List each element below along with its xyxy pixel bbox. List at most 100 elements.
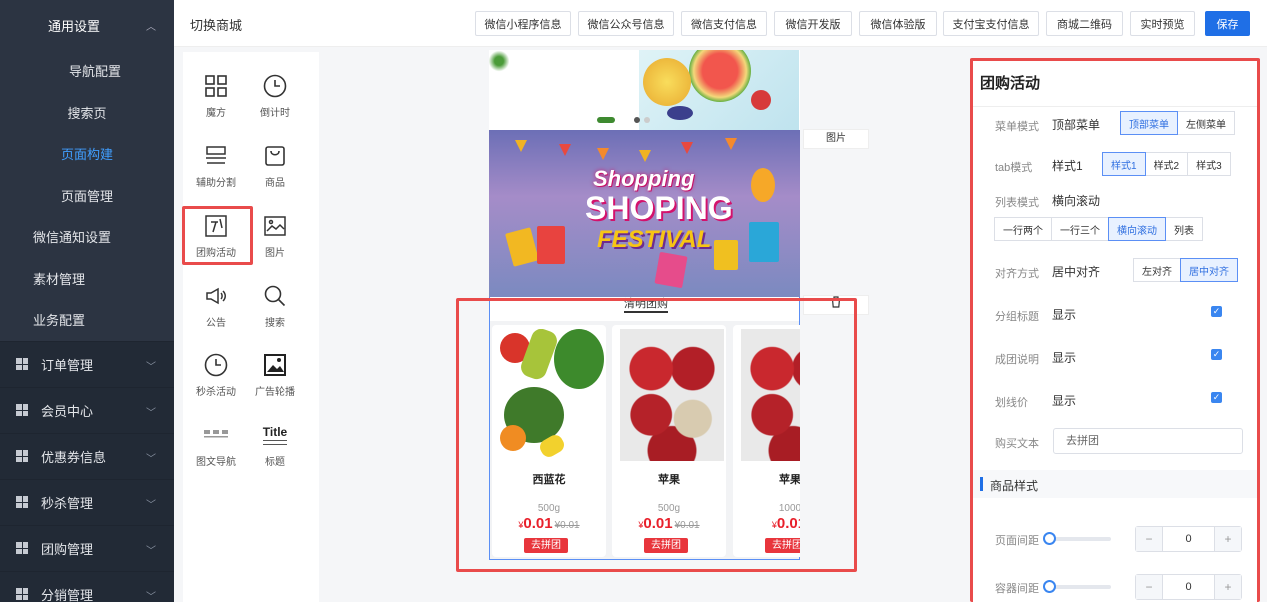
sidebar-item-page-manage[interactable]: 页面管理 <box>0 175 174 217</box>
component-label: 辅助分割 <box>196 178 236 189</box>
sidebar: 通用设置 ︿ 导航配置 搜索页 页面构建 页面管理 微信通知设置 素材管理 业务… <box>0 0 174 602</box>
top-bar: 切换商城 微信小程序信息 微信公众号信息 微信支付信息 微信开发版 微信体验版 … <box>174 0 1267 47</box>
chevron-down-icon: ﹀ <box>146 591 156 602</box>
clock-icon <box>186 351 246 379</box>
sidebar-group-label: 订单管理 <box>41 357 94 373</box>
sidebar-item-label: 业务配置 <box>33 313 86 329</box>
wechat-dev-version-button[interactable]: 微信开发版 <box>774 11 852 36</box>
component-label: 图文导航 <box>196 457 236 468</box>
component-countdown[interactable]: 倒计时 <box>245 72 305 119</box>
sidebar-group-label: 优惠券信息 <box>41 449 107 465</box>
grid-icon <box>16 496 28 508</box>
sidebar-group-label: 通用设置 <box>48 18 101 34</box>
component-label: 魔方 <box>206 108 226 119</box>
banner-text-shoping: SHOPING <box>585 190 733 226</box>
banner-carousel[interactable] <box>489 50 800 130</box>
live-preview-button[interactable]: 实时预览 <box>1130 11 1195 36</box>
sidebar-item-page-build[interactable]: 页面构建 <box>0 133 174 175</box>
sidebar-group-general-settings[interactable]: 通用设置 ︿ <box>0 0 174 50</box>
sidebar-group-members[interactable]: 会员中心 ﹀ <box>0 386 174 433</box>
component-divider[interactable]: 辅助分割 <box>186 142 246 189</box>
component-label: 广告轮播 <box>255 387 295 398</box>
shopping-festival-banner[interactable]: Shopping SHOPING FESTIVAL <box>489 130 800 297</box>
sidebar-group-group-buy[interactable]: 团购管理 ﹀ <box>0 524 174 571</box>
sidebar-item-label: 页面管理 <box>60 188 113 204</box>
wechat-miniprogram-info-button[interactable]: 微信小程序信息 <box>475 11 571 36</box>
mall-qrcode-button[interactable]: 商城二维码 <box>1046 11 1123 36</box>
sidebar-item-search-page[interactable]: 搜索页 <box>0 92 174 134</box>
clock-icon <box>245 72 305 100</box>
megaphone-icon <box>186 282 246 310</box>
component-title[interactable]: Title 标题 <box>245 421 305 469</box>
nav-grid-icon <box>186 421 246 449</box>
highlight-settings-panel <box>970 58 1260 602</box>
sidebar-group-coupons[interactable]: 优惠券信息 ﹀ <box>0 432 174 479</box>
sidebar-item-nav-config[interactable]: 导航配置 <box>0 50 174 92</box>
component-palette: 魔方 倒计时 辅助分割 商品 团购活动 图片 公告 搜索 秒杀活动 广告轮播 图… <box>183 52 319 602</box>
grid-icon <box>16 358 28 370</box>
list-horizontal-scroll[interactable]: 横向滚动 <box>1108 217 1166 241</box>
wechat-trial-version-button[interactable]: 微信体验版 <box>859 11 937 36</box>
sidebar-group-flash-sale[interactable]: 秒杀管理 ﹀ <box>0 478 174 525</box>
component-label: 倒计时 <box>260 108 290 119</box>
highlight-group-buy-module <box>456 298 857 572</box>
component-goods[interactable]: 商品 <box>245 142 305 189</box>
component-label: 图片 <box>265 248 285 259</box>
search-icon <box>245 282 305 310</box>
sidebar-item-business-config[interactable]: 业务配置 <box>0 299 174 341</box>
picture-icon <box>245 351 305 379</box>
save-button[interactable]: 保存 <box>1205 11 1250 36</box>
highlight-group-buy-component <box>182 206 253 265</box>
sidebar-group-label: 秒杀管理 <box>41 495 94 511</box>
sidebar-group-distribution[interactable]: 分销管理 ﹀ <box>0 570 174 602</box>
chevron-down-icon: ﹀ <box>146 361 156 373</box>
grid-icon <box>16 542 28 554</box>
divider-icon <box>186 142 246 170</box>
banner-text-shopping: Shopping <box>593 166 695 191</box>
component-label: 秒杀活动 <box>196 387 236 398</box>
component-rubik[interactable]: 魔方 <box>186 72 246 119</box>
component-label: 标题 <box>265 457 285 468</box>
tab-style-1[interactable]: 样式1 <box>1102 152 1146 176</box>
component-label: 商品 <box>265 178 285 189</box>
chevron-down-icon: ﹀ <box>146 499 156 511</box>
chevron-down-icon: ﹀ <box>146 545 156 557</box>
component-flash-sale[interactable]: 秒杀活动 <box>186 351 246 398</box>
component-label: 搜索 <box>265 318 285 329</box>
chevron-down-icon: ﹀ <box>146 407 156 419</box>
chevron-up-icon: ︿ <box>146 22 156 33</box>
wechat-official-account-button[interactable]: 微信公众号信息 <box>578 11 674 36</box>
vegetable-leaf-graphic <box>489 50 509 72</box>
sidebar-group-label: 团购管理 <box>41 541 94 557</box>
sidebar-group-label: 会员中心 <box>41 403 94 419</box>
component-image[interactable]: 图片 <box>245 212 305 259</box>
grid-squares-icon <box>186 72 246 100</box>
banner-text-festival: FESTIVAL <box>597 226 712 253</box>
shopping-bag-icon <box>245 142 305 170</box>
wechat-pay-info-button[interactable]: 微信支付信息 <box>681 11 767 36</box>
chevron-down-icon: ﹀ <box>146 453 156 465</box>
carousel-dots <box>634 112 654 126</box>
component-notice[interactable]: 公告 <box>186 282 246 329</box>
sidebar-group-orders[interactable]: 订单管理 ﹀ <box>0 340 174 387</box>
alipay-info-button[interactable]: 支付宝支付信息 <box>943 11 1039 36</box>
component-label: 公告 <box>206 318 226 329</box>
sidebar-item-label: 导航配置 <box>68 64 121 80</box>
sidebar-item-label: 素材管理 <box>33 271 86 287</box>
sidebar-item-materials[interactable]: 素材管理 <box>0 258 174 300</box>
component-image-text-nav[interactable]: 图文导航 <box>186 421 246 468</box>
align-center[interactable]: 居中对齐 <box>1180 258 1238 282</box>
grid-icon <box>16 404 28 416</box>
image-icon <box>245 212 305 240</box>
component-search[interactable]: 搜索 <box>245 282 305 329</box>
module-tag-image[interactable]: 图片 <box>803 129 869 149</box>
watermelon-image <box>639 50 799 130</box>
component-ad-carousel[interactable]: 广告轮播 <box>245 351 305 398</box>
switch-mall-link[interactable]: 切换商城 <box>190 15 242 34</box>
sidebar-item-label: 搜索页 <box>67 105 107 121</box>
sidebar-item-wechat-notify[interactable]: 微信通知设置 <box>0 216 174 258</box>
grid-icon <box>16 450 28 462</box>
sidebar-group-label: 分销管理 <box>41 587 94 602</box>
title-icon: Title <box>245 421 305 449</box>
menu-mode-top[interactable]: 顶部菜单 <box>1120 111 1178 135</box>
